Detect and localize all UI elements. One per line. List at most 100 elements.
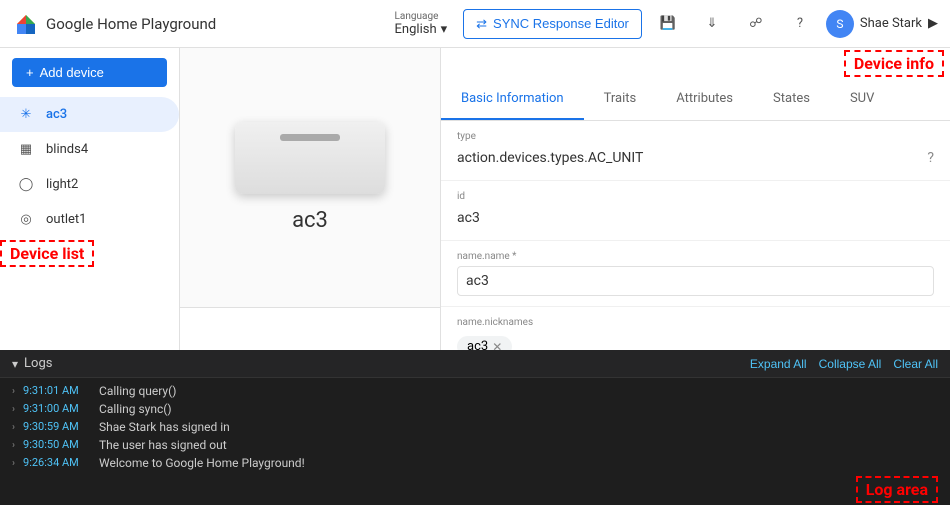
sync-icon: ⇄: [476, 16, 487, 32]
download-icon: ⇓: [706, 16, 717, 31]
tab-basic-information[interactable]: Basic Information: [441, 79, 584, 120]
language-label: Language: [395, 11, 439, 22]
field-id-value: ac3: [457, 206, 934, 230]
log-row-4: › 9:26:34 AM Welcome to Google Home Play…: [0, 454, 950, 472]
tab-traits[interactable]: Traits: [584, 79, 657, 120]
device-preview-name: ac3: [292, 208, 328, 233]
bookmark-icon: ☍: [749, 16, 762, 31]
sidebar-item-ac3[interactable]: ✳ ac3: [0, 97, 179, 132]
logs-actions: Expand All Collapse All Clear All: [750, 357, 938, 371]
device-list-sidebar: + Add device ✳ ac3 ▦ blinds4 ◯ light2 ◎ …: [0, 48, 180, 350]
device-info-annotation: Device info: [844, 50, 944, 77]
top-bar: Google Home Playground Language English …: [0, 0, 950, 48]
log-time-0: 9:31:01 AM: [23, 384, 91, 397]
field-type-label: type: [457, 131, 934, 142]
log-row-1: › 9:31:00 AM Calling sync(): [0, 400, 950, 418]
user-menu[interactable]: S Shae Stark ▶: [826, 10, 938, 38]
nickname-chip-ac3: ac3 ✕: [457, 336, 512, 350]
tab-attributes[interactable]: Attributes: [656, 79, 753, 120]
log-text-1: Calling sync(): [99, 402, 172, 416]
field-name-label: name.name *: [457, 251, 934, 262]
expand-all-button[interactable]: Expand All: [750, 357, 807, 371]
log-time-3: 9:30:50 AM: [23, 438, 91, 451]
device-preview: ac3: [180, 48, 440, 308]
log-chevron-2[interactable]: ›: [12, 422, 15, 433]
avatar: S: [826, 10, 854, 38]
field-id-label: id: [457, 191, 934, 202]
bookmark-icon-button[interactable]: ☍: [738, 6, 774, 42]
device-name-light2: light2: [46, 177, 78, 192]
logs-header-label: Logs: [24, 356, 52, 371]
ac-icon: ✳: [16, 107, 36, 122]
sidebar-item-blinds4[interactable]: ▦ blinds4: [0, 132, 179, 167]
blinds-icon: ▦: [16, 142, 36, 157]
logo-text: Google Home Playground: [46, 15, 216, 33]
user-name: Shae Stark: [860, 16, 922, 31]
field-nicknames: name.nicknames ac3 ✕: [441, 307, 950, 350]
logs-chevron-icon[interactable]: ▾: [12, 357, 18, 371]
log-chevron-4[interactable]: ›: [12, 458, 15, 469]
logs-section: ▾ Logs Expand All Collapse All Clear All…: [0, 350, 950, 505]
help-icon: ?: [797, 16, 803, 31]
chip-remove-button[interactable]: ✕: [492, 340, 502, 351]
logo-area: Google Home Playground: [12, 10, 216, 38]
log-text-4: Welcome to Google Home Playground!: [99, 456, 305, 470]
ac-unit-image: [235, 122, 385, 194]
log-time-4: 9:26:34 AM: [23, 456, 91, 469]
help-icon-button[interactable]: ?: [782, 6, 818, 42]
sync-response-editor-button[interactable]: ⇄ SYNC Response Editor: [463, 9, 642, 39]
device-info-annotation-row: Device info: [441, 48, 950, 79]
field-type-value: action.devices.types.AC_UNIT: [457, 146, 643, 170]
field-type-value-row: action.devices.types.AC_UNIT ?: [457, 146, 934, 170]
device-name-blinds4: blinds4: [46, 142, 88, 157]
device-info-panel: Device info Basic Information Traits Att…: [440, 48, 950, 350]
log-chevron-0[interactable]: ›: [12, 386, 15, 397]
ac-strip: [280, 134, 340, 141]
log-text-2: Shae Stark has signed in: [99, 420, 230, 434]
language-value: English: [395, 22, 437, 37]
field-nicknames-label: name.nicknames: [457, 317, 934, 328]
log-time-1: 9:31:00 AM: [23, 402, 91, 415]
download-icon-button[interactable]: ⇓: [694, 6, 730, 42]
log-area-annotation-row: Log area: [0, 472, 950, 505]
device-preview-panel: ac3: [180, 48, 440, 350]
device-name-ac3: ac3: [46, 107, 67, 122]
log-time-2: 9:30:59 AM: [23, 420, 91, 433]
language-selector[interactable]: Language English ▾: [395, 11, 448, 37]
device-list-annotation: Device list: [0, 240, 94, 267]
light-icon: ◯: [16, 177, 36, 192]
add-device-label: Add device: [40, 65, 104, 80]
form-area: type action.devices.types.AC_UNIT ? id a…: [441, 121, 950, 350]
log-chevron-3[interactable]: ›: [12, 440, 15, 451]
sync-btn-label: SYNC Response Editor: [493, 16, 629, 31]
sidebar-item-light2[interactable]: ◯ light2: [0, 167, 179, 202]
language-select[interactable]: English ▾: [395, 22, 448, 37]
clear-all-button[interactable]: Clear All: [893, 357, 938, 371]
field-name: name.name * ac3: [441, 241, 950, 307]
tab-suv[interactable]: SUV: [830, 79, 894, 120]
collapse-all-button[interactable]: Collapse All: [819, 357, 882, 371]
outlet-icon: ◎: [16, 212, 36, 227]
field-name-value[interactable]: ac3: [457, 266, 934, 296]
log-chevron-1[interactable]: ›: [12, 404, 15, 415]
nickname-chip-area: ac3 ✕: [457, 332, 934, 350]
tab-states[interactable]: States: [753, 79, 830, 120]
main-area: + Add device ✳ ac3 ▦ blinds4 ◯ light2 ◎ …: [0, 48, 950, 505]
plus-icon: +: [26, 65, 34, 80]
log-row-0: › 9:31:01 AM Calling query(): [0, 382, 950, 400]
log-row-2: › 9:30:59 AM Shae Stark has signed in: [0, 418, 950, 436]
sidebar-item-outlet1[interactable]: ◎ outlet1: [0, 202, 179, 237]
add-device-button[interactable]: + Add device: [12, 58, 167, 87]
tabs-bar: Basic Information Traits Attributes Stat…: [441, 79, 950, 121]
upload-icon-button[interactable]: 💾: [650, 6, 686, 42]
field-type: type action.devices.types.AC_UNIT ?: [441, 121, 950, 181]
logs-header: ▾ Logs Expand All Collapse All Clear All: [0, 350, 950, 378]
log-text-3: The user has signed out: [99, 438, 227, 452]
type-help-icon[interactable]: ?: [927, 150, 934, 166]
log-row-3: › 9:30:50 AM The user has signed out: [0, 436, 950, 454]
log-text-0: Calling query(): [99, 384, 176, 398]
upload-icon: 💾: [660, 16, 676, 31]
logs-content: › 9:31:01 AM Calling query() › 9:31:00 A…: [0, 378, 950, 505]
chevron-down-icon: ▾: [441, 22, 448, 37]
device-name-outlet1: outlet1: [46, 212, 86, 227]
